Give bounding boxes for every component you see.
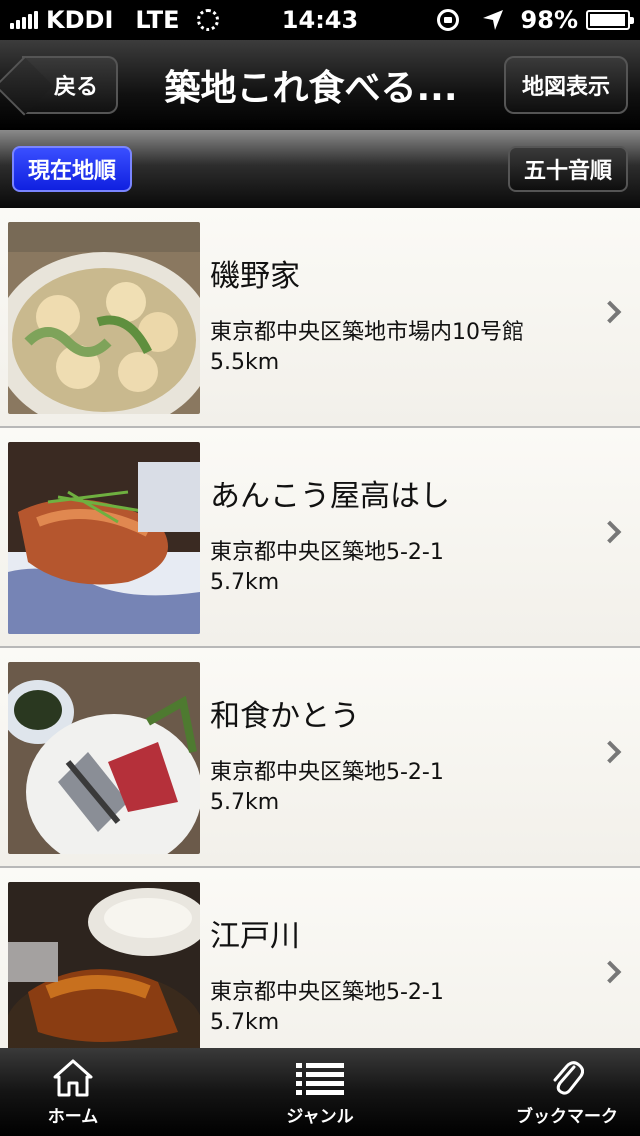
status-bar: KDDI LTE 14:43 98%: [0, 0, 640, 40]
restaurant-list[interactable]: 磯野家 東京都中央区築地市場内10号館 5.5km あんこう屋高はし 東京都中央…: [0, 208, 640, 1048]
activity-spinner-icon: [197, 9, 220, 31]
restaurant-name: 磯野家: [210, 259, 300, 294]
food-photo: [8, 662, 200, 854]
home-icon: [49, 1058, 97, 1098]
restaurant-name: 和食かとう: [210, 699, 360, 734]
food-photo: [8, 222, 200, 414]
map-view-button[interactable]: 地図表示: [503, 56, 628, 114]
tab-bookmark[interactable]: ブックマーク: [512, 1058, 622, 1127]
list-item[interactable]: あんこう屋高はし 東京都中央区築地5-2-1 5.7km: [0, 428, 640, 648]
restaurant-distance: 5.7km: [210, 1010, 280, 1035]
tab-genre-label: ジャンル: [286, 1106, 354, 1127]
chevron-right-icon: [598, 520, 622, 544]
chevron-right-icon: [598, 300, 622, 324]
restaurant-address: 東京都中央区築地5-2-1: [210, 540, 444, 565]
tab-genre[interactable]: ジャンル: [265, 1058, 375, 1127]
restaurant-address: 東京都中央区築地5-2-1: [210, 980, 444, 1005]
sort-by-kana-label: 五十音順: [523, 159, 612, 184]
tab-home-label: ホーム: [47, 1106, 99, 1127]
list-item[interactable]: 和食かとう 東京都中央区築地5-2-1 5.7km: [0, 648, 640, 868]
restaurant-name: 江戸川: [210, 919, 300, 954]
list-item[interactable]: 江戸川 東京都中央区築地5-2-1 5.7km: [0, 868, 640, 1048]
rotation-lock-icon: [436, 9, 459, 31]
tab-bookmark-label: ブックマーク: [516, 1106, 618, 1127]
back-button-label: 戻る: [53, 75, 98, 100]
battery-percent: 98%: [520, 6, 578, 34]
page-title: 築地これ食べる...: [164, 68, 458, 109]
map-view-label: 地図表示: [521, 75, 610, 100]
food-photo: [8, 882, 200, 1048]
sort-by-distance-button[interactable]: 現在地順: [12, 146, 133, 192]
carrier-label: KDDI: [46, 6, 114, 34]
food-photo: [8, 442, 200, 634]
restaurant-address: 東京都中央区築地5-2-1: [210, 760, 444, 785]
tab-home[interactable]: ホーム: [18, 1058, 128, 1127]
sort-bar: 現在地順 五十音順: [0, 130, 640, 208]
navigation-bar: 戻る 築地これ食べる... 地図表示: [0, 40, 640, 130]
restaurant-distance: 5.7km: [210, 570, 280, 595]
list-item[interactable]: 磯野家 東京都中央区築地市場内10号館 5.5km: [0, 208, 640, 428]
paperclip-icon: [543, 1058, 591, 1098]
network-label: LTE: [135, 6, 180, 34]
restaurant-distance: 5.5km: [210, 350, 280, 375]
location-arrow-icon: [482, 10, 503, 30]
chevron-right-icon: [598, 960, 622, 984]
sort-by-distance-label: 現在地順: [28, 159, 117, 184]
chevron-right-icon: [598, 740, 622, 764]
restaurant-distance: 5.7km: [210, 790, 280, 815]
sort-by-kana-button[interactable]: 五十音順: [507, 146, 628, 192]
signal-strength-icon: [10, 11, 38, 29]
restaurant-address: 東京都中央区築地市場内10号館: [210, 320, 524, 345]
list-icon: [296, 1058, 344, 1098]
tab-bar: ホーム ジャンル ブックマーク: [0, 1048, 640, 1136]
restaurant-name: あんこう屋高はし: [210, 479, 450, 514]
back-button[interactable]: 戻る: [22, 56, 118, 114]
battery-icon: [586, 10, 634, 30]
